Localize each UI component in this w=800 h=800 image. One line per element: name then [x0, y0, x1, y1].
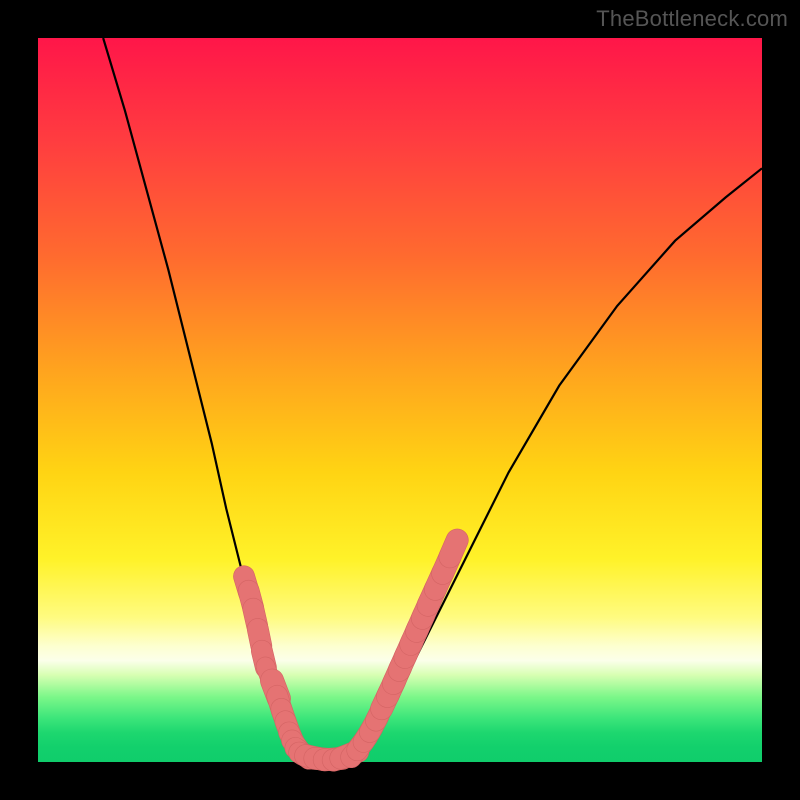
bottleneck-curve: [103, 38, 762, 761]
chart-svg: [38, 38, 762, 762]
plot-area: [38, 38, 762, 762]
chart-frame: TheBottleneck.com: [0, 0, 800, 800]
bead-layer: [231, 525, 472, 773]
curve-layer: [103, 38, 762, 761]
watermark-text: TheBottleneck.com: [596, 6, 788, 32]
